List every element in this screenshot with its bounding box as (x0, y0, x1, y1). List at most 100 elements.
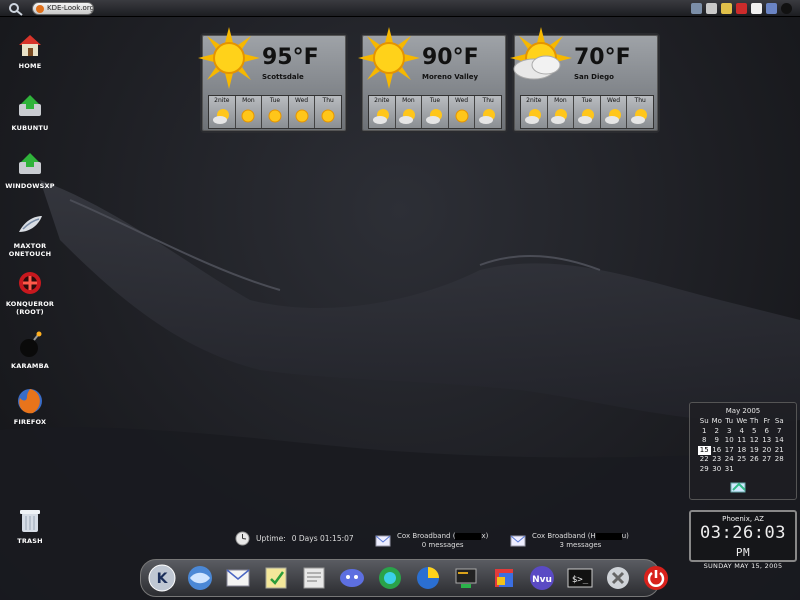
calendar-day[interactable]: 8 (698, 436, 711, 446)
konsole-icon[interactable] (451, 563, 481, 593)
calendar-day[interactable]: 3 (723, 427, 736, 437)
calendar-day[interactable]: 1 (698, 427, 711, 437)
forecast-day: Wed (288, 96, 315, 128)
calendar-today[interactable]: 15 (698, 445, 711, 455)
bomb-icon[interactable] (781, 3, 792, 14)
calendar-day[interactable]: 4 (736, 427, 749, 437)
calendar-day[interactable]: 7 (773, 427, 786, 437)
printer-icon[interactable] (706, 3, 717, 14)
calendar-day[interactable]: 25 (736, 455, 749, 465)
uptime-widget: Uptime: 0 Days 01:15:07 (235, 530, 354, 546)
calendar-day[interactable]: 21 (773, 446, 786, 456)
forecast-day: Wed (448, 96, 475, 128)
network-icon[interactable] (691, 3, 702, 14)
desktop-icon-label: WINDOWSXP (5, 182, 55, 190)
calendar-day[interactable]: 16 (711, 446, 724, 456)
calendar-day[interactable]: 29 (698, 465, 711, 475)
forecast-day-label: Mon (554, 97, 567, 104)
calendar-day[interactable]: 11 (736, 436, 749, 446)
calendar-day[interactable]: 12 (748, 436, 761, 446)
calendar-day[interactable]: 22 (698, 455, 711, 465)
search-icon[interactable] (8, 1, 24, 16)
weather-widget-moreno-valley[interactable]: 90°F Moreno Valley 2nite Mon Tue Wed Thu (358, 27, 508, 133)
svg-text:$>_: $>_ (572, 575, 589, 585)
desktop-icon-label: KARAMBA (11, 362, 49, 370)
calendar-day[interactable]: 27 (761, 455, 774, 465)
calendar-day[interactable]: 23 (711, 455, 724, 465)
calendar-day[interactable]: 18 (736, 446, 749, 456)
partly-cloudy-icon (372, 107, 392, 125)
calendar-day[interactable]: 9 (711, 436, 724, 446)
partly-cloudy-icon (577, 107, 597, 125)
eyes-icon[interactable] (751, 3, 762, 14)
clock-date: SUNDAY MAY 15, 2005 (703, 562, 783, 570)
calendar-day[interactable]: 13 (761, 436, 774, 446)
kate-icon[interactable] (299, 563, 329, 593)
calendar-day[interactable]: 17 (723, 446, 736, 456)
partly-cloudy-icon (524, 107, 544, 125)
calendar-day[interactable]: 19 (748, 446, 761, 456)
taskbar-tab-kde-look[interactable]: KDE-Look.org (32, 2, 94, 15)
weather-widget-san-diego[interactable]: 70°F San Diego 2nite Mon Tue Wed Thu (510, 27, 660, 133)
weather-widget-scottsdale[interactable]: 95°F Scottsdale 2nite Mon Tue Wed Thu (198, 27, 348, 133)
calendar-day[interactable]: 2 (711, 427, 724, 437)
flag-icon[interactable] (736, 3, 747, 14)
calendar-widget[interactable]: May 2005 Su Mo Tu We Th Fr Sa 1 2 3 4 5 6 7 8 9 10 11 12 13… (689, 402, 797, 500)
desktop-icon-konqueror-root[interactable]: KONQUEROR (ROOT) (0, 268, 60, 316)
calendar-title: May 2005 (725, 407, 761, 415)
clock-widget[interactable]: Phoenix, AZ 03:26:03 PM SUNDAY MAY 15, 2… (689, 510, 797, 570)
calendar-day[interactable]: 30 (711, 465, 724, 475)
drive-icon (15, 92, 45, 122)
kmail-icon[interactable] (223, 563, 253, 593)
desktop-icon-kubuntu[interactable]: KUBUNTU (0, 92, 60, 132)
konqueror-icon[interactable] (185, 563, 215, 593)
forecast-day-label: 2nite (374, 97, 390, 104)
forecast-day: Mon (395, 96, 422, 128)
desktop-icon-windowsxp[interactable]: WINDOWSXP (0, 150, 60, 190)
calendar-grid: Su Mo Tu We Th Fr Sa 1 2 3 4 5 6 7 8 9 10 11 12 13 14 15 16 17 1… (698, 417, 796, 474)
partly-cloudy-icon (212, 107, 232, 125)
shutdown-icon[interactable] (603, 563, 633, 593)
sun-icon (452, 107, 472, 125)
mail-account-prefix: Cox Broadband (H (532, 532, 596, 540)
mixer-icon[interactable] (766, 3, 777, 14)
kopete-icon[interactable] (337, 563, 367, 593)
desktop-icon-label: FIREFOX (13, 418, 47, 426)
svg-text:Nvu: Nvu (532, 575, 552, 585)
tools-icon[interactable]: $>_ (565, 563, 595, 593)
clock-time-digits: 03:26:03 (700, 523, 786, 543)
forecast-day-label: Thu (322, 97, 334, 104)
kcontrol-icon[interactable] (413, 563, 443, 593)
calendar-day[interactable]: 5 (748, 427, 761, 437)
mail-account-2[interactable]: Cox Broadband (H u) 3 messages (510, 532, 629, 550)
calendar-day[interactable]: 26 (748, 455, 761, 465)
sun-icon (292, 107, 312, 125)
firefox-icon (15, 386, 45, 416)
kde-menu-icon[interactable]: K (147, 563, 177, 593)
logout-power-icon[interactable] (641, 563, 671, 593)
knotes-icon[interactable] (261, 563, 291, 593)
mail-account-1[interactable]: Cox Broadband (x) 0 messages (375, 532, 488, 550)
terminal-icon[interactable]: Nvu (527, 563, 557, 593)
forecast-day: Wed (600, 96, 627, 128)
desktop-icon-trash[interactable]: TRASH (0, 505, 60, 545)
forecast-day-label: Wed (455, 97, 469, 104)
nvu-icon[interactable] (489, 563, 519, 593)
calendar-day[interactable]: 28 (773, 455, 786, 465)
calendar-day[interactable]: 20 (761, 446, 774, 456)
calendar-day[interactable]: 10 (723, 436, 736, 446)
desktop-icon-firefox[interactable]: FIREFOX (0, 386, 60, 426)
calendar-day[interactable]: 31 (723, 465, 736, 475)
calendar-weekday-header: Fr (763, 417, 770, 425)
calendar-launch-icon[interactable] (730, 481, 748, 493)
skype-icon[interactable] (375, 563, 405, 593)
forecast-day: Thu (627, 96, 653, 128)
desktop-icon-home[interactable]: HOME (0, 30, 60, 70)
desktop-icon-karamba[interactable]: KARAMBA (0, 330, 60, 370)
desktop-icon-maxtor[interactable]: MAXTOR ONETOUCH (0, 210, 60, 258)
calendar-day[interactable]: 6 (761, 427, 774, 437)
calendar-day[interactable]: 24 (723, 455, 736, 465)
kmail-icon[interactable] (721, 3, 732, 14)
calendar-weekday-header: Th (749, 417, 759, 425)
calendar-day[interactable]: 14 (773, 436, 786, 446)
